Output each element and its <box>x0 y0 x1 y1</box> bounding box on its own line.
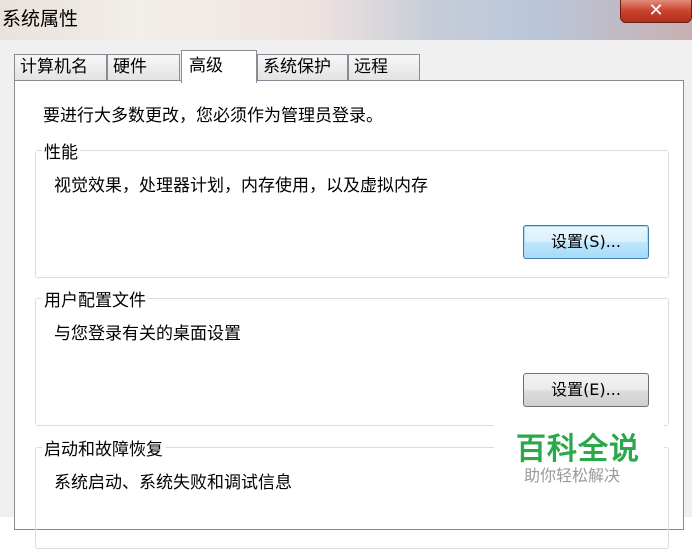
performance-group: 性能 视觉效果，处理器计划，内存使用，以及虚拟内存 设置(S)... <box>35 138 669 278</box>
watermark: 百科全说 助你轻松解决 <box>494 420 664 495</box>
startup-recovery-legend: 启动和故障恢复 <box>42 435 165 460</box>
user-profiles-description: 与您登录有关的桌面设置 <box>54 324 241 344</box>
performance-settings-button[interactable]: 设置(S)... <box>523 225 649 259</box>
performance-legend: 性能 <box>42 138 80 163</box>
tab-computer-name[interactable]: 计算机名 <box>14 54 107 80</box>
user-profiles-settings-button[interactable]: 设置(E)... <box>523 373 649 407</box>
close-icon: ✕ <box>648 0 664 21</box>
watermark-tagline: 助你轻松解决 <box>524 466 621 485</box>
tab-advanced[interactable]: 高级 <box>181 50 257 83</box>
tab-hardware[interactable]: 硬件 <box>107 54 180 80</box>
admin-notice: 要进行大多数更改，您必须作为管理员登录。 <box>43 106 383 126</box>
startup-recovery-description: 系统启动、系统失败和调试信息 <box>54 473 292 493</box>
tab-system-protection[interactable]: 系统保护 <box>257 54 348 80</box>
close-button[interactable]: ✕ <box>620 0 692 23</box>
title-bar: 系统属性 ✕ <box>0 0 692 40</box>
tab-remote[interactable]: 远程 <box>348 54 420 80</box>
user-profiles-group: 用户配置文件 与您登录有关的桌面设置 设置(E)... <box>35 286 669 426</box>
window-title: 系统属性 <box>2 8 79 30</box>
user-profiles-legend: 用户配置文件 <box>42 286 148 311</box>
performance-description: 视觉效果，处理器计划，内存使用，以及虚拟内存 <box>54 176 428 196</box>
